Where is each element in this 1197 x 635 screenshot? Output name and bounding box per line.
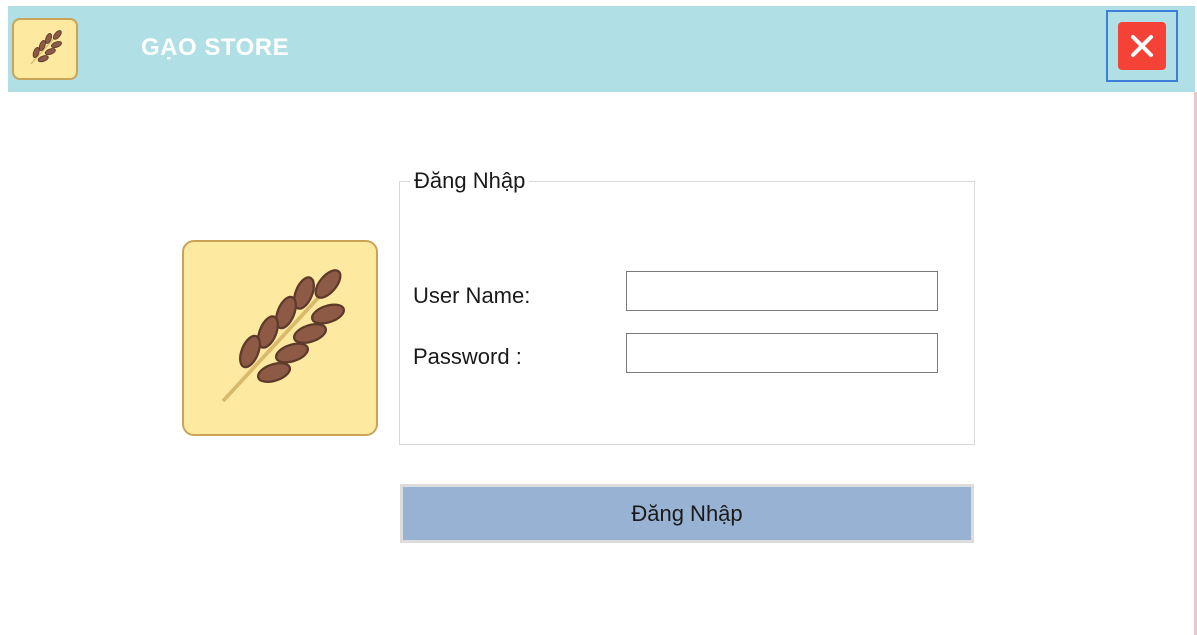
close-button[interactable] — [1106, 10, 1178, 82]
login-groupbox: Đăng Nhập User Name: Password : — [399, 168, 975, 445]
username-label: User Name: — [413, 283, 531, 308]
title-bar: GẠO STORE — [8, 6, 1195, 92]
groupbox-title: Đăng Nhập — [410, 168, 530, 194]
app-title: GẠO STORE — [141, 34, 290, 61]
wheat-icon — [12, 18, 78, 80]
username-input[interactable] — [626, 271, 938, 311]
logo-wheat-icon — [182, 240, 378, 436]
password-label: Password : — [413, 344, 522, 369]
password-input[interactable] — [626, 333, 938, 373]
login-button[interactable]: Đăng Nhập — [400, 484, 974, 543]
login-window: GẠO STORE Đăng Nhập User Name: Password … — [0, 0, 1197, 635]
close-icon[interactable] — [1118, 22, 1166, 70]
